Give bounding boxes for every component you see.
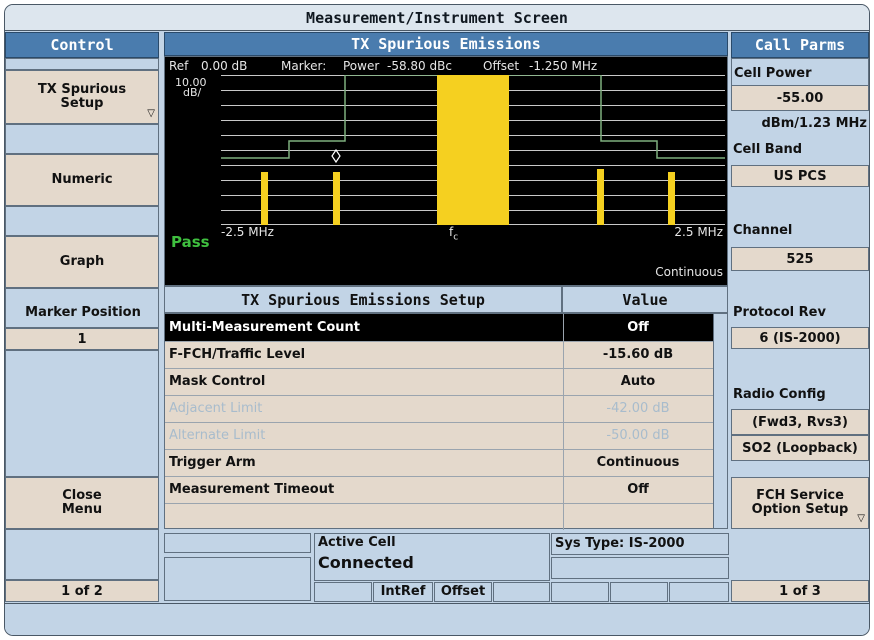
status-box [551,582,609,602]
cell-band-value[interactable]: US PCS [731,165,869,187]
marker-icon [331,148,341,164]
cell-band-label: Cell Band [733,142,803,157]
channel-label: Channel [733,223,793,238]
value-column-header: Value [562,286,728,313]
measurement-mode: Continuous [655,265,723,279]
cell-power-unit: dBm/1.23 MHz [731,111,869,135]
status-box [551,557,729,579]
power-label: Power [343,59,380,73]
control-header: Control [5,32,159,58]
close-menu-label: Close Menu [61,488,103,517]
tx-spurious-setup-label: TX Spurious Setup [37,82,127,111]
control-spacer [5,124,159,154]
spur-bar [668,172,675,225]
pass-indicator: Pass [171,233,210,251]
offset-label: Offset [483,59,520,73]
message-bar [5,604,869,635]
active-cell-label: Active Cell [318,535,396,550]
call-parms-page-indicator: 1 of 3 [731,580,869,602]
offset-indicator: Offset [434,582,492,602]
control-spacer [5,529,159,580]
graph-header: TX Spurious Emissions [164,32,728,56]
protocol-rev-label: Protocol Rev [733,305,826,320]
protocol-rev-value[interactable]: 6 (IS-2000) [731,327,869,349]
control-spacer [5,58,159,70]
menu-triangle-icon: ▽ [147,108,155,119]
service-option-value[interactable]: SO2 (Loopback) [731,435,869,461]
menu-triangle-icon: ▽ [857,513,865,524]
center-freq-label: fc [449,225,459,243]
call-parms-header: Call Parms [731,32,869,58]
power-value: -58.80 dBc [387,59,452,73]
control-spacer [5,350,159,477]
scale-unit: dB/ [183,86,202,99]
fch-service-option-button[interactable]: FCH Service Option Setup ▽ [731,477,869,529]
table-scrollbar[interactable] [713,314,727,528]
spectrum-graph: Ref 0.00 dB Marker: Power -58.80 dBc Off… [164,56,728,286]
control-spacer [5,206,159,236]
right-freq-label: 2.5 MHz [674,225,723,239]
numeric-button[interactable]: Numeric [5,154,159,206]
screen-title: Measurement/Instrument Screen [5,5,869,31]
table-row[interactable]: F-FCH/Traffic Level -15.60 dB [165,341,713,369]
marker-label: Marker: [281,59,327,73]
active-cell-status: Connected [318,553,414,572]
table-row-empty [165,503,713,530]
status-box [669,582,729,602]
spur-bar [261,172,268,225]
status-box [164,533,311,553]
radio-config-label: Radio Config [733,387,826,402]
carrier-bar [437,75,509,225]
spur-bar [597,169,604,225]
cell-power-label: Cell Power [734,66,812,81]
status-box [164,557,311,601]
tx-spurious-setup-button[interactable]: TX Spurious Setup ▽ [5,70,159,124]
active-cell-panel: Active Cell Connected [314,533,550,581]
offset-value: -1.250 MHz [529,59,598,73]
marker-position-panel: Marker Position [5,288,159,328]
cell-power-value[interactable]: -55.00 [731,85,869,111]
graph-button[interactable]: Graph [5,236,159,288]
ref-value: 0.00 dB [201,59,248,73]
marker-position-label: Marker Position [25,305,141,320]
sys-type-indicator: Sys Type: IS-2000 [551,533,729,555]
setup-table-header: TX Spurious Emissions Setup [164,286,562,313]
status-box [314,582,372,602]
table-row[interactable]: Mask Control Auto [165,368,713,396]
table-row[interactable]: Trigger Arm Continuous [165,449,713,477]
table-row[interactable]: Multi-Measurement Count Off [165,314,713,342]
instrument-screen: Measurement/Instrument Screen Control TX… [4,4,870,636]
table-row: Alternate Limit -50.00 dB [165,422,713,450]
table-row: Adjacent Limit -42.00 dB [165,395,713,423]
spur-bar [333,172,340,225]
status-box [610,582,668,602]
spectrum-plot [221,75,725,225]
left-freq-label: -2.5 MHz [221,225,274,239]
table-row[interactable]: Measurement Timeout Off [165,476,713,504]
ref-label: Ref [169,59,189,73]
control-page-indicator: 1 of 2 [5,580,159,602]
intref-indicator: IntRef [373,582,433,602]
channel-value[interactable]: 525 [731,247,869,271]
radio-config-value[interactable]: (Fwd3, Rvs3) [731,409,869,435]
fch-service-option-label: FCH Service Option Setup [751,488,849,517]
close-menu-button[interactable]: Close Menu [5,477,159,529]
marker-position-value[interactable]: 1 [5,328,159,350]
setup-table: Multi-Measurement Count Off F-FCH/Traffic… [164,313,728,530]
status-box [493,582,550,602]
